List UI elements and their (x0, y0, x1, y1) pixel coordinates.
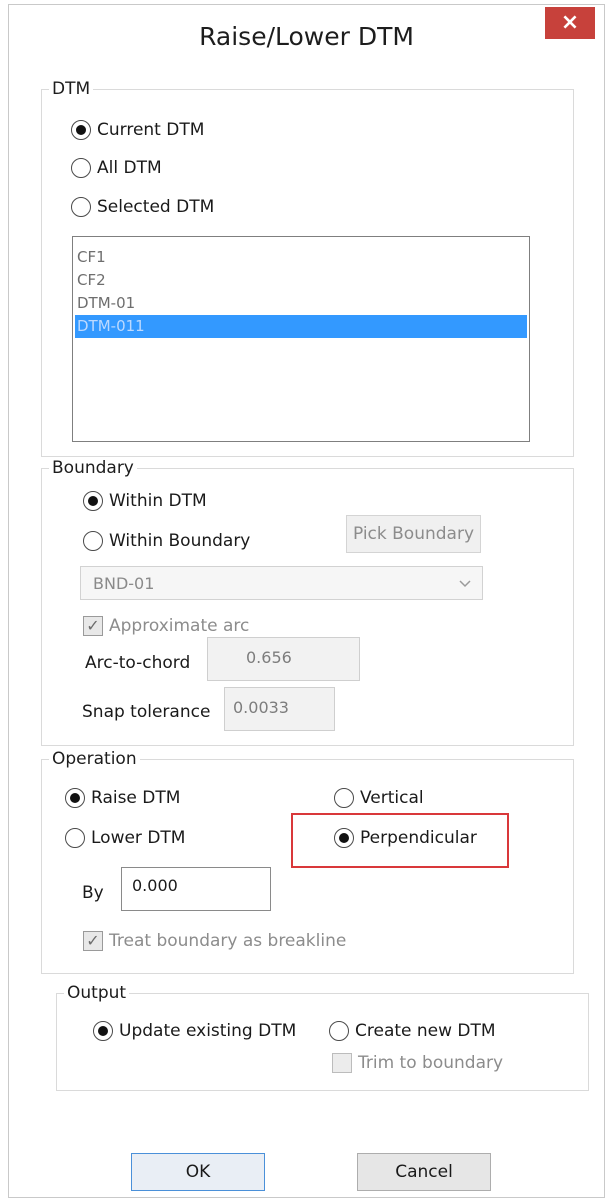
radio-button-icon (83, 531, 103, 551)
radio-vertical[interactable]: Vertical (334, 788, 424, 808)
boundary-group-label: Boundary (49, 458, 137, 478)
radio-current-dtm[interactable]: Current DTM (71, 120, 204, 140)
radio-label: Raise DTM (91, 788, 181, 808)
radio-label: Selected DTM (97, 197, 215, 217)
radio-all-dtm[interactable]: All DTM (71, 158, 162, 178)
list-item[interactable]: DTM-01 (73, 292, 529, 315)
dtm-list[interactable]: CF1 CF2 DTM-01 DTM-011 (72, 236, 530, 442)
radio-perpendicular[interactable]: Perpendicular (334, 828, 477, 848)
radio-label: Within Boundary (109, 531, 251, 551)
snap-tolerance-label: Snap tolerance (82, 702, 211, 722)
ok-button[interactable]: OK (131, 1153, 265, 1191)
radio-label: Vertical (360, 788, 424, 808)
cancel-button[interactable]: Cancel (357, 1153, 491, 1191)
dtm-group-label: DTM (49, 79, 94, 99)
checkmark-icon: ✓ (83, 616, 103, 636)
radio-button-icon (93, 1021, 113, 1041)
radio-button-icon (71, 120, 91, 140)
checkbox-label: Approximate arc (109, 616, 250, 636)
close-button[interactable]: × (545, 7, 595, 39)
arc-to-chord-label: Arc-to-chord (85, 653, 191, 673)
radio-lower-dtm[interactable]: Lower DTM (65, 828, 185, 848)
radio-label: Within DTM (109, 491, 207, 511)
close-icon: × (560, 10, 580, 35)
chevron-down-icon[interactable] (458, 575, 472, 594)
radio-create-new[interactable]: Create new DTM (329, 1021, 496, 1041)
radio-button-icon (334, 788, 354, 808)
list-item[interactable]: CF1 (73, 246, 529, 269)
radio-label: Current DTM (97, 120, 205, 140)
radio-label: All DTM (97, 158, 162, 178)
radio-label: Lower DTM (91, 828, 186, 848)
treat-boundary-checkbox[interactable]: ✓ Treat boundary as breakline (83, 931, 346, 951)
dialog-title: Raise/Lower DTM (199, 22, 414, 51)
trim-to-boundary-checkbox[interactable]: Trim to boundary (332, 1053, 503, 1073)
snap-tolerance-field[interactable]: 0.0033 (224, 687, 335, 731)
radio-button-icon (71, 158, 91, 178)
boundary-select[interactable]: BND-01 (80, 566, 483, 600)
radio-update-existing[interactable]: Update existing DTM (93, 1021, 296, 1041)
radio-button-icon (65, 788, 85, 808)
radio-label: Create new DTM (355, 1021, 496, 1041)
output-group (56, 993, 589, 1091)
radio-label: Update existing DTM (119, 1021, 297, 1041)
radio-within-boundary[interactable]: Within Boundary (83, 531, 250, 551)
radio-button-icon (334, 828, 354, 848)
checkbox-label: Treat boundary as breakline (109, 931, 347, 951)
boundary-select-value: BND-01 (93, 574, 155, 593)
radio-selected-dtm[interactable]: Selected DTM (71, 197, 214, 217)
checkbox-icon (332, 1053, 352, 1073)
radio-button-icon (65, 828, 85, 848)
by-label: By (82, 883, 104, 903)
radio-button-icon (83, 491, 103, 511)
radio-button-icon (329, 1021, 349, 1041)
dialog-window: Raise/Lower DTM × DTM Current DTM All DT… (8, 4, 605, 1198)
pick-boundary-button[interactable]: Pick Boundary (346, 515, 481, 553)
radio-label: Perpendicular (360, 828, 477, 848)
operation-group-label: Operation (49, 749, 140, 769)
checkmark-icon: ✓ (83, 931, 103, 951)
by-input[interactable]: 0.000 (121, 867, 271, 911)
list-item[interactable]: CF2 (73, 269, 529, 292)
radio-within-dtm[interactable]: Within DTM (83, 491, 207, 511)
arc-to-chord-field[interactable]: 0.656 (207, 637, 360, 681)
radio-button-icon (71, 197, 91, 217)
approximate-arc-checkbox[interactable]: ✓ Approximate arc (83, 616, 249, 636)
output-group-label: Output (64, 983, 130, 1003)
radio-raise-dtm[interactable]: Raise DTM (65, 788, 180, 808)
checkbox-label: Trim to boundary (358, 1053, 504, 1073)
list-item-selected[interactable]: DTM-011 (75, 315, 527, 338)
